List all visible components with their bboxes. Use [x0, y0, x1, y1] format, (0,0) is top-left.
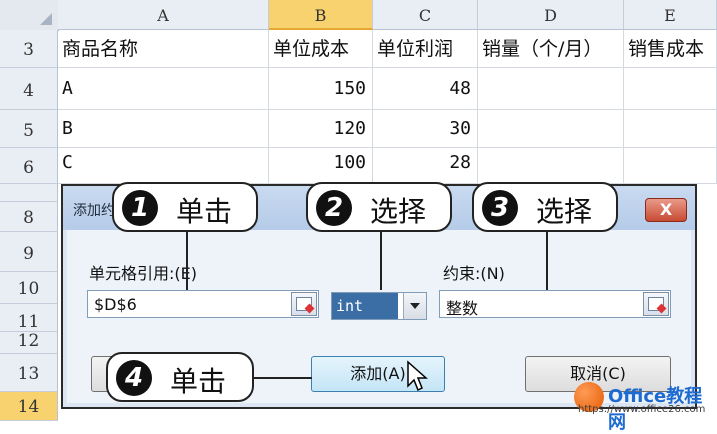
row-header-7-partial: [0, 184, 58, 202]
constraint-picker-icon[interactable]: [643, 292, 669, 316]
callout-number-1: 1: [122, 190, 158, 226]
row-header-6[interactable]: 6: [0, 148, 58, 184]
mouse-cursor-icon: [407, 360, 428, 392]
constraint-picker-arrow: [656, 303, 667, 314]
cell-d4[interactable]: [478, 68, 624, 110]
cell-e4[interactable]: [624, 68, 717, 110]
row-header-10[interactable]: 10: [0, 272, 58, 304]
callout-1: 1 单击: [112, 182, 258, 232]
dialog-title: 添加约: [73, 203, 115, 219]
row-header-4[interactable]: 4: [0, 68, 58, 110]
cell-reference-value: $D$6: [94, 295, 137, 314]
leader-line-2: [380, 232, 382, 290]
cell-b6[interactable]: 100: [269, 148, 373, 184]
constraint-input[interactable]: 整数: [439, 290, 671, 318]
callout-2: 2 选择: [306, 182, 452, 232]
column-header-a[interactable]: A: [58, 0, 269, 30]
cell-b5[interactable]: 120: [269, 110, 373, 148]
callout-3: 3 选择: [472, 182, 618, 232]
cell-reference-input[interactable]: $D$6: [87, 290, 319, 318]
column-header-c[interactable]: C: [373, 0, 478, 30]
callout-text-3: 选择: [536, 195, 593, 228]
cell-d5[interactable]: [478, 110, 624, 148]
row-header-13[interactable]: 13: [0, 354, 58, 392]
leader-line-1: [186, 232, 188, 290]
cell-e6[interactable]: [624, 148, 717, 184]
row-header-5[interactable]: 5: [0, 110, 58, 148]
cell-c5[interactable]: 30: [373, 110, 478, 148]
operator-select[interactable]: int: [331, 292, 427, 320]
cell-c3[interactable]: 单位利润: [373, 30, 478, 68]
row-header-8[interactable]: 8: [0, 202, 58, 232]
cell-c6[interactable]: 28: [373, 148, 478, 184]
row-header-9[interactable]: 9: [0, 232, 58, 272]
leader-line-3: [546, 232, 548, 290]
watermark: Office教程网 https://www.office26.com: [574, 382, 714, 433]
column-header-e[interactable]: E: [624, 0, 717, 30]
callout-number-3: 3: [482, 190, 518, 226]
cell-d3[interactable]: 销量（个/月）: [478, 30, 624, 68]
cell-a6[interactable]: C: [58, 148, 269, 184]
row-header-14[interactable]: 14: [0, 392, 58, 421]
callout-number-2: 2: [316, 190, 352, 226]
close-button[interactable]: X: [645, 198, 687, 222]
cell-c4[interactable]: 48: [373, 68, 478, 110]
callout-text-2: 选择: [370, 195, 427, 228]
callout-4: 4 单击: [106, 352, 254, 402]
watermark-url: https://www.office26.com: [578, 404, 706, 415]
select-all-corner[interactable]: [0, 0, 59, 31]
leader-line-4: [254, 377, 312, 379]
callout-text-1: 单击: [176, 195, 233, 228]
row-header-11[interactable]: 11: [0, 304, 58, 332]
row-header-12[interactable]: 12: [0, 332, 58, 354]
column-header-b[interactable]: B: [269, 0, 373, 30]
callout-text-4: 单击: [170, 365, 227, 398]
cell-d6[interactable]: [478, 148, 624, 184]
callout-number-4: 4: [116, 360, 152, 396]
range-picker-icon[interactable]: [291, 292, 317, 316]
column-header-d[interactable]: D: [478, 0, 624, 30]
chevron-down-icon[interactable]: [403, 293, 426, 319]
operator-value: int: [332, 293, 398, 319]
cell-b3[interactable]: 单位成本: [269, 30, 373, 68]
range-picker-arrow: [304, 303, 315, 314]
cell-a3[interactable]: 商品名称: [58, 30, 269, 68]
constraint-value: 整数: [446, 299, 479, 318]
cell-reference-label: 单元格引用:(E): [89, 264, 197, 283]
cell-a4[interactable]: A: [58, 68, 269, 110]
cell-e5[interactable]: [624, 110, 717, 148]
constraint-label: 约束:(N): [443, 264, 505, 283]
cell-a5[interactable]: B: [58, 110, 269, 148]
row-header-3[interactable]: 3: [0, 30, 58, 68]
corner-triangle-icon: [40, 13, 52, 25]
cell-e3[interactable]: 销售成本: [624, 30, 717, 68]
cell-b4[interactable]: 150: [269, 68, 373, 110]
